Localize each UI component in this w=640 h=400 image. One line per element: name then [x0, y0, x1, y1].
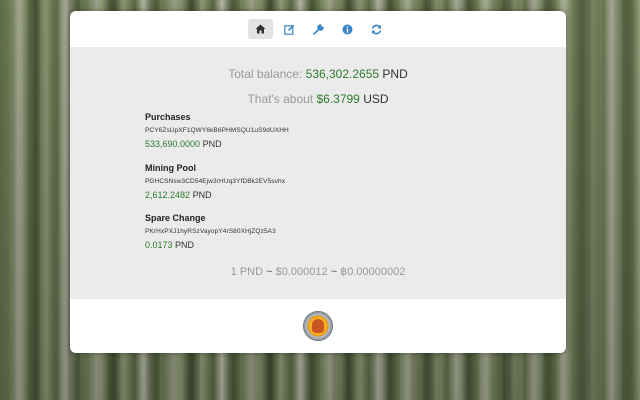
wallet-balance: 0.0173 PND — [145, 240, 276, 250]
total-balance-unit: PND — [382, 67, 408, 81]
settings-button[interactable] — [306, 19, 331, 39]
rate-usd: $0.000012 — [275, 266, 328, 278]
wallet-item[interactable]: Purchases PCY6ZsUpXF1QWY6kB6PHMSQU1uS9dU… — [145, 112, 289, 149]
refresh-button[interactable] — [364, 19, 389, 39]
wallet-name: Mining Pool — [145, 163, 196, 173]
usd-estimate-value: $6.3799 — [316, 92, 360, 106]
usd-estimate-unit: USD — [363, 92, 389, 106]
wallet-item[interactable]: Spare Change PKrHxPXJ1hyRSzVayopY4rS80XH… — [145, 213, 276, 250]
rate-btc: ฿0.00000002 — [340, 266, 406, 278]
wallet-balance-value: 2,612.2482 — [145, 190, 191, 200]
usd-estimate: That's about $6.3799 USD — [70, 92, 566, 106]
rate-separator: ~ — [266, 266, 273, 278]
rate-separator: ~ — [330, 266, 338, 278]
edit-button[interactable] — [277, 19, 302, 39]
wallet-item[interactable]: Mining Pool PGHCSNsw3CD54Ejw3rHUq3YfDBk2… — [145, 163, 285, 200]
exchange-rate: 1 PND ~ $0.000012 ~ ฿0.00000002 — [70, 265, 566, 278]
refresh-icon — [371, 24, 381, 34]
wrench-icon — [312, 23, 324, 35]
wallet-balance-unit: PND — [192, 190, 212, 200]
wallet-panel: Total balance: 536,302.2655 PND That's a… — [70, 11, 566, 353]
wallet-balance-value: 533,690.0000 — [145, 139, 201, 149]
total-balance-label: Total balance: — [228, 67, 303, 81]
wallet-name: Purchases — [145, 112, 191, 122]
wallet-balance-value: 0.0173 — [145, 240, 173, 250]
wallet-balance: 2,612.2482 PND — [145, 190, 285, 200]
toolbar — [70, 11, 566, 47]
wallet-balance-unit: PND — [175, 240, 195, 250]
wallet-address[interactable]: PGHCSNsw3CD54Ejw3rHUq3YfDBk2EV5svhx — [145, 178, 285, 185]
wallet-balance: 533,690.0000 PND — [145, 139, 289, 149]
balance-section: Total balance: 536,302.2655 PND That's a… — [70, 47, 566, 299]
usd-estimate-label: That's about — [247, 92, 314, 106]
rate-pnd: 1 PND — [230, 266, 264, 278]
total-balance-value: 536,302.2655 — [305, 67, 380, 81]
edit-icon — [283, 24, 294, 35]
footer — [70, 299, 566, 353]
home-icon — [255, 24, 265, 34]
wallet-address[interactable]: PKrHxPXJ1hyRSzVayopY4rS80XHjZQz5A3 — [145, 228, 276, 235]
home-button[interactable] — [247, 19, 273, 39]
wallet-name: Spare Change — [145, 213, 206, 223]
total-balance: Total balance: 536,302.2655 PND — [70, 67, 566, 81]
panda-face-icon — [312, 319, 324, 333]
info-icon — [342, 24, 352, 34]
info-button[interactable] — [335, 19, 360, 39]
pandacoin-logo-icon[interactable] — [303, 311, 333, 341]
wallet-balance-unit: PND — [202, 139, 222, 149]
wallet-address[interactable]: PCY6ZsUpXF1QWY6kB6PHMSQU1uS9dUXHH — [145, 127, 289, 134]
